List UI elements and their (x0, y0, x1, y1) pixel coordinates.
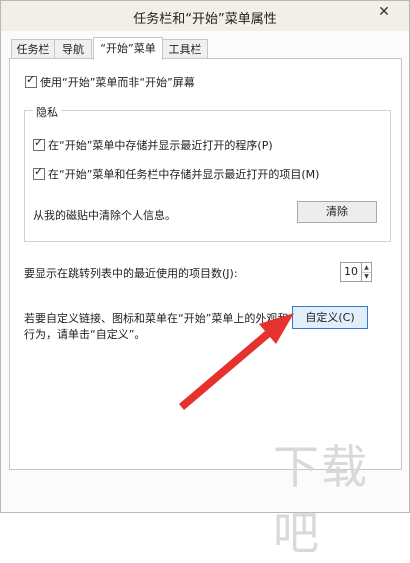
clear-button[interactable]: 清除 (297, 201, 377, 223)
start-menu-panel: 使用“开始”菜单而非“开始”屏幕 隐私 在“开始”菜单中存储并显示最近打开的程序… (9, 58, 402, 470)
window-title: 任务栏和“开始”菜单属性 (133, 12, 277, 27)
privacy-group: 隐私 在“开始”菜单中存储并显示最近打开的程序(P) 在“开始”菜单和任务栏中存… (24, 104, 391, 242)
use-start-menu-label: 使用“开始”菜单而非“开始”屏幕 (40, 76, 195, 89)
stepper-buttons: ▲ ▼ (361, 263, 371, 281)
tab-navigation[interactable]: 导航 (54, 39, 92, 59)
jump-list-label: 要显示在跳转列表中的最近使用的项目数(J): (24, 267, 238, 280)
customize-button[interactable]: 自定义(C) (292, 306, 368, 329)
jump-list-count-stepper[interactable]: 10 ▲ ▼ (340, 262, 372, 282)
tab-toolbars[interactable]: 工具栏 (162, 39, 208, 59)
jump-list-count-value: 10 (344, 265, 358, 278)
customize-text-line1: 若要自定义链接、图标和菜单在“开始”菜单上的外观和 (24, 312, 289, 325)
use-start-menu-checkbox[interactable] (25, 73, 37, 88)
close-button[interactable]: ✕ (367, 2, 401, 22)
stepper-down-icon[interactable]: ▼ (362, 272, 371, 281)
privacy-legend: 隐私 (33, 104, 61, 120)
clear-tiles-text: 从我的磁贴中清除个人信息。 (33, 209, 176, 222)
customize-text-line2: 行为，请单击“自定义”。 (24, 328, 146, 341)
store-recent-programs-checkbox[interactable] (33, 136, 45, 151)
store-recent-items-label: 在“开始”菜单和任务栏中存储并显示最近打开的项目(M) (48, 168, 320, 181)
tab-taskbar[interactable]: 任务栏 (11, 39, 55, 59)
store-recent-programs-label: 在“开始”菜单中存储并显示最近打开的程序(P) (48, 139, 273, 152)
watermark-logo: 下载吧 (273, 440, 369, 560)
title-bar: 任务栏和“开始”菜单属性 ✕ (1, 1, 409, 31)
store-recent-items-checkbox[interactable] (33, 165, 45, 180)
tab-start-menu[interactable]: “开始”菜单 (93, 37, 163, 60)
properties-dialog: 任务栏和“开始”菜单属性 ✕ 任务栏 导航 “开始”菜单 工具栏 使用“开始”菜… (0, 0, 410, 560)
